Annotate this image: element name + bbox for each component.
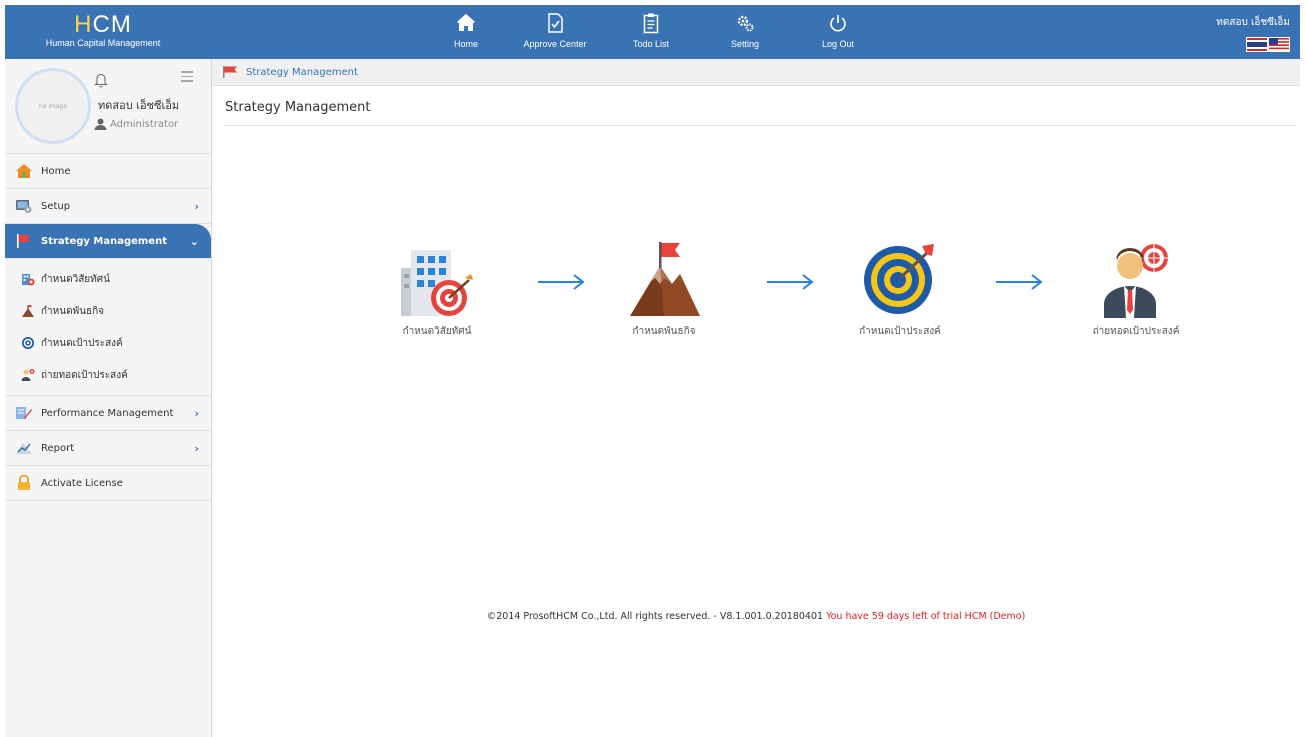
- page-title: Strategy Management: [225, 100, 371, 115]
- nav-setting[interactable]: Setting: [703, 11, 787, 49]
- sidebar-item-setup[interactable]: Setup ›: [5, 189, 211, 224]
- sidebar-item-report-label: Report: [41, 442, 75, 454]
- mountain-icon: [22, 305, 34, 317]
- sidebar-item-activate-license-label: Activate License: [41, 477, 123, 489]
- sidebar-item-setup-label: Setup: [41, 200, 71, 212]
- top-user-area: ทดสอบ เอ็ชซีเอ็ม: [1216, 15, 1290, 54]
- nav-log-out-label: Log Out: [821, 39, 855, 49]
- home-icon: [16, 164, 32, 178]
- chevron-right-icon: ›: [194, 200, 199, 213]
- top-nav: Home Approve Center Todo List Setting Lo…: [5, 11, 1300, 59]
- step-cascade[interactable]: ถ่ายทอดเป้าประสงค์: [1066, 240, 1206, 339]
- nav-home-label: Home: [453, 39, 478, 49]
- sidebar: no image ทดสอบ เอ็ชซีเอ็ม Administrator …: [5, 59, 212, 737]
- sidebar-item-performance-management[interactable]: Performance Management ›: [5, 396, 211, 431]
- breadcrumb: Strategy Management: [212, 59, 1300, 86]
- step-mission-label: กำหนดพันธกิจ: [632, 326, 696, 337]
- target-icon: [22, 337, 34, 349]
- step-cascade-label: ถ่ายทอดเป้าประสงค์: [1092, 326, 1180, 337]
- sidebar-item-performance-management-label: Performance Management: [41, 407, 174, 419]
- nav-approve-center[interactable]: Approve Center: [513, 11, 597, 49]
- profile-role-label: Administrator: [110, 118, 179, 130]
- mountain-flag-icon: [630, 242, 700, 316]
- sidebar-subitem-mission[interactable]: กำหนดพันธกิจ: [5, 295, 211, 327]
- lock-icon: [18, 475, 30, 490]
- sidebar-subitem-objective[interactable]: กำหนดเป้าประสงค์: [5, 327, 211, 359]
- footer-copyright: ©2014 ProsoftHCM Co.,Ltd. All rights res…: [486, 611, 824, 622]
- profile-panel: no image ทดสอบ เอ็ชซีเอ็ม Administrator: [5, 59, 211, 154]
- sidebar-subitem-vision[interactable]: กำหนดวิสัยทัศน์: [5, 263, 211, 295]
- profile-role: Administrator: [94, 118, 178, 130]
- language-flag-icon[interactable]: [1246, 37, 1290, 52]
- power-icon: [830, 15, 846, 32]
- title-divider: [225, 125, 1297, 126]
- sidebar-item-home-label: Home: [41, 165, 71, 177]
- sidebar-subitem-cascade[interactable]: ถ่ายทอดเป้าประสงค์: [5, 359, 211, 391]
- chevron-right-icon: ›: [194, 442, 199, 455]
- sidebar-subitem-vision-label: กำหนดวิสัยทัศน์: [41, 273, 110, 285]
- setup-icon: [16, 200, 32, 213]
- user-icon: [94, 118, 107, 130]
- step-vision[interactable]: กำหนดวิสัยทัศน์: [367, 240, 507, 339]
- building-icon: [22, 274, 35, 286]
- sidebar-item-strategy-management-label: Strategy Management: [41, 235, 167, 247]
- nav-todo-list-label: Todo List: [632, 39, 670, 49]
- performance-icon: [16, 407, 32, 419]
- nav-setting-label: Setting: [730, 39, 760, 49]
- breadcrumb-strategy-management[interactable]: Strategy Management: [246, 67, 358, 78]
- arrow-right-icon: [538, 274, 585, 290]
- strategy-submenu: กำหนดวิสัยทัศน์ กำหนดพันธกิจ กำหนดเป้าปร…: [5, 259, 211, 396]
- building-target-icon: [401, 250, 473, 316]
- thai-us-flag-icon: [1247, 38, 1289, 51]
- step-objective[interactable]: กำหนดเป้าประสงค์: [830, 240, 970, 339]
- nav-home[interactable]: Home: [424, 11, 508, 49]
- approve-document-icon: [548, 13, 563, 33]
- sidebar-item-activate-license[interactable]: Activate License: [5, 466, 211, 501]
- flag-icon: [223, 66, 237, 78]
- arrow-right-icon: [996, 274, 1043, 290]
- chevron-down-icon: ⌄: [189, 235, 199, 248]
- step-objective-label: กำหนดเป้าประสงค์: [859, 326, 941, 337]
- gears-icon: [737, 15, 754, 32]
- top-user-name[interactable]: ทดสอบ เอ็ชซีเอ็ม: [1216, 15, 1290, 30]
- sidebar-subitem-cascade-label: ถ่ายทอดเป้าประสงค์: [41, 369, 128, 381]
- avatar[interactable]: no image: [15, 68, 91, 144]
- chevron-right-icon: ›: [194, 407, 199, 420]
- businessman-target-icon: [1104, 242, 1170, 318]
- arrow-right-icon: [767, 274, 814, 290]
- nav-todo-list[interactable]: Todo List: [609, 11, 693, 49]
- home-icon: [457, 13, 475, 31]
- person-target-icon: [21, 369, 35, 381]
- profile-name: ทดสอบ เอ็ชซีเอ็ม: [98, 99, 180, 112]
- step-vision-label: กำหนดวิสัยทัศน์: [402, 326, 472, 337]
- sidebar-item-strategy-management[interactable]: Strategy Management ⌄: [5, 224, 211, 259]
- footer: ©2014 ProsoftHCM Co.,Ltd. All rights res…: [212, 611, 1300, 622]
- sidebar-item-home[interactable]: Home: [5, 154, 211, 189]
- nav-log-out[interactable]: Log Out: [796, 11, 880, 49]
- report-chart-icon: [16, 443, 32, 454]
- top-bar: HCM Human Capital Management Home Approv…: [5, 5, 1300, 59]
- target-icon: [864, 244, 934, 314]
- flag-icon: [17, 234, 30, 248]
- clipboard-icon: [643, 13, 659, 34]
- menu-toggle-icon[interactable]: [181, 71, 193, 85]
- bell-icon[interactable]: [94, 72, 108, 88]
- nav-approve-center-label: Approve Center: [523, 39, 587, 49]
- footer-trial-notice: You have 59 days left of trial HCM (Demo…: [826, 611, 1026, 622]
- sidebar-item-report[interactable]: Report ›: [5, 431, 211, 466]
- step-mission[interactable]: กำหนดพันธกิจ: [594, 240, 734, 339]
- sidebar-subitem-objective-label: กำหนดเป้าประสงค์: [41, 337, 123, 349]
- sidebar-subitem-mission-label: กำหนดพันธกิจ: [41, 305, 105, 317]
- avatar-placeholder: no image: [38, 102, 68, 110]
